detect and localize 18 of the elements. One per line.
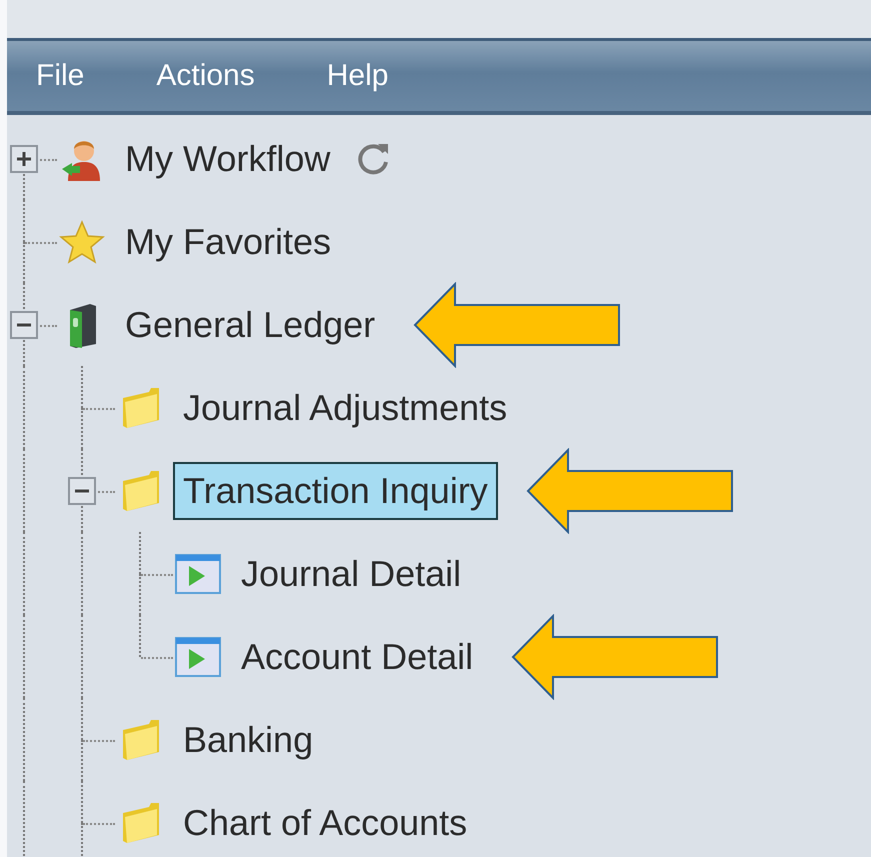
- tree-item[interactable]: My Favorites: [115, 212, 342, 270]
- menu-item[interactable]: Actions: [156, 59, 255, 93]
- star-icon: [59, 220, 105, 264]
- tree-item[interactable]: Banking: [173, 710, 324, 768]
- tree-item[interactable]: General Ledger: [115, 296, 386, 354]
- tree-item[interactable]: Account Detail: [231, 628, 484, 686]
- tree-item[interactable]: Transaction Inquiry: [173, 462, 498, 520]
- expander-box[interactable]: [10, 310, 38, 338]
- report-window-icon: [175, 636, 221, 676]
- report-window-icon: [175, 554, 221, 594]
- expander-box[interactable]: [10, 144, 38, 172]
- tree-item[interactable]: My Workflow: [115, 130, 340, 188]
- expander-box[interactable]: [68, 476, 96, 504]
- tree-item[interactable]: Chart of Accounts: [173, 794, 478, 852]
- tree-item[interactable]: Journal Adjustments: [173, 378, 518, 436]
- tree-item[interactable]: Journal Detail: [231, 544, 472, 602]
- menu-item[interactable]: Help: [326, 59, 388, 93]
- menu-item[interactable]: File: [36, 59, 84, 93]
